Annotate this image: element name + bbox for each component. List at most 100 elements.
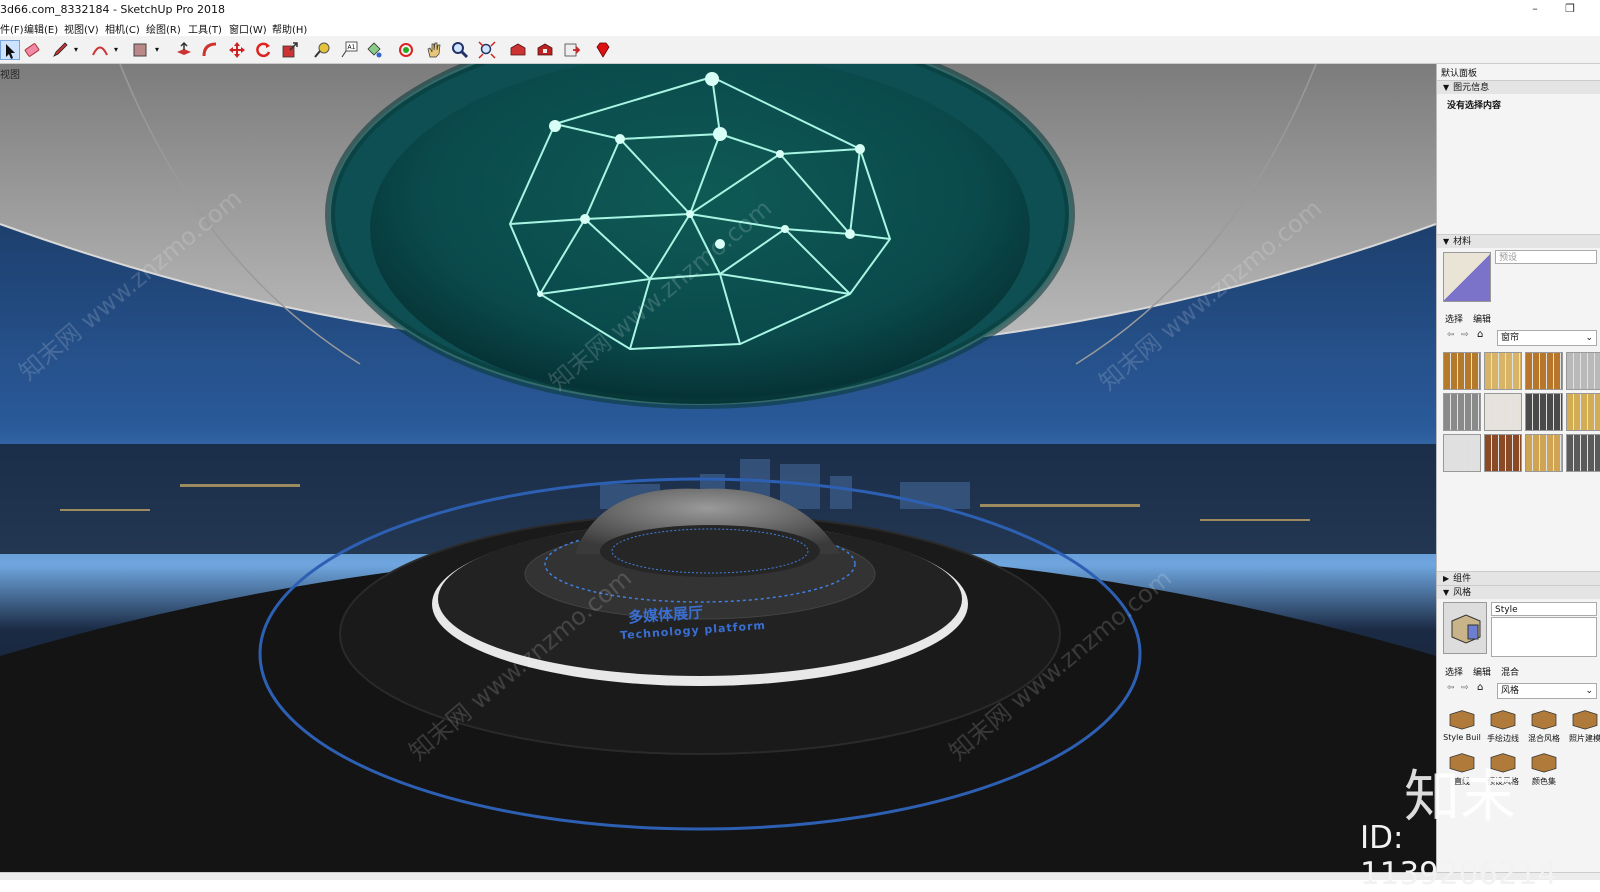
move-icon[interactable] bbox=[227, 40, 247, 60]
3d-viewport[interactable]: 视图 多媒体展厅 Technology platform bbox=[0, 64, 1436, 872]
scene-render bbox=[0, 64, 1436, 872]
tab-select[interactable]: 选择 bbox=[1445, 315, 1463, 325]
style-tile[interactable]: Style Buil bbox=[1443, 707, 1481, 745]
collapse-arrow-icon: ▼ bbox=[1443, 588, 1450, 597]
ruby-icon[interactable] bbox=[593, 40, 613, 60]
select-icon[interactable] bbox=[0, 40, 20, 60]
tape-measure-icon[interactable] bbox=[312, 40, 332, 60]
tab-mix[interactable]: 混合 bbox=[1501, 668, 1519, 678]
tab-edit[interactable]: 编辑 bbox=[1473, 668, 1491, 678]
components-header[interactable]: ▶ 组件 bbox=[1437, 571, 1600, 585]
material-swatch[interactable] bbox=[1566, 434, 1600, 472]
menu-tools[interactable]: 工具(T) bbox=[188, 21, 222, 36]
materials-title: 材料 bbox=[1453, 237, 1472, 247]
style-tile[interactable]: 颜色集 bbox=[1525, 750, 1563, 788]
entity-info-title: 图元信息 bbox=[1453, 83, 1490, 93]
arc-dropdown-icon[interactable]: ▾ bbox=[114, 45, 118, 54]
extension-warehouse-icon[interactable] bbox=[535, 40, 555, 60]
style-tile-label: 混合风格 bbox=[1528, 734, 1560, 743]
warehouse-icon[interactable] bbox=[508, 40, 528, 60]
zoom-icon[interactable] bbox=[450, 40, 470, 60]
back-arrow-icon[interactable]: ⇦ bbox=[1447, 330, 1455, 340]
material-swatch[interactable] bbox=[1525, 393, 1563, 431]
style-tile[interactable]: 手绘边线 bbox=[1484, 707, 1522, 745]
style-tile[interactable]: 混合风格 bbox=[1525, 707, 1563, 745]
style-preview bbox=[1443, 602, 1487, 654]
material-swatch[interactable] bbox=[1484, 434, 1522, 472]
menu-edit[interactable]: 编辑(E) bbox=[24, 21, 58, 36]
follow-me-icon[interactable] bbox=[200, 40, 220, 60]
menu-bar: 件(F) 编辑(E) 视图(V) 相机(C) 绘图(R) 工具(T) 窗口(W)… bbox=[0, 19, 1600, 36]
orbit-icon[interactable] bbox=[396, 40, 416, 60]
home-icon[interactable]: ⌂ bbox=[1477, 329, 1483, 340]
pencil-dropdown-icon[interactable]: ▾ bbox=[74, 45, 78, 54]
material-swatch[interactable] bbox=[1566, 352, 1600, 390]
forward-arrow-icon[interactable]: ⇨ bbox=[1461, 683, 1469, 693]
material-swatch[interactable] bbox=[1525, 434, 1563, 472]
zoom-extents-icon[interactable] bbox=[477, 40, 497, 60]
rotate-icon[interactable] bbox=[253, 40, 273, 60]
style-name-field[interactable]: Style bbox=[1491, 602, 1597, 616]
styles-library-select[interactable]: 风格 ⌄ bbox=[1497, 683, 1597, 699]
arc-icon[interactable] bbox=[90, 40, 110, 60]
back-arrow-icon[interactable]: ⇦ bbox=[1447, 683, 1455, 693]
material-swatch[interactable] bbox=[1484, 393, 1522, 431]
expand-arrow-icon: ▶ bbox=[1443, 574, 1450, 583]
restore-button[interactable]: ❐ bbox=[1559, 2, 1581, 17]
pencil-icon[interactable] bbox=[50, 40, 70, 60]
send-to-layout-icon[interactable] bbox=[562, 40, 582, 60]
svg-text:A1: A1 bbox=[348, 44, 356, 51]
shape-icon[interactable] bbox=[130, 40, 150, 60]
tab-select[interactable]: 选择 bbox=[1445, 668, 1463, 678]
style-tile-label: 照片建模 bbox=[1569, 734, 1600, 743]
paint-bucket-icon[interactable] bbox=[364, 40, 384, 60]
panel-title: 默认面板 bbox=[1441, 69, 1478, 79]
scene-label: 视图 bbox=[0, 70, 20, 81]
default-tray-panel: 默认面板 ▼ 图元信息 没有选择内容 ▼ 材料 预设 选择 编辑 ⇦ ⇨ ⌂ 窗帘 ⌄ … bbox=[1436, 64, 1600, 872]
menu-view[interactable]: 视图(V) bbox=[64, 21, 99, 36]
style-thumbnail-icon bbox=[1531, 710, 1557, 730]
style-thumbnail-icon bbox=[1572, 710, 1598, 730]
text-icon[interactable]: A1 bbox=[339, 40, 359, 60]
eraser-icon[interactable] bbox=[22, 40, 42, 60]
pan-icon[interactable] bbox=[424, 40, 444, 60]
library-name: 窗帘 bbox=[1501, 333, 1520, 343]
menu-help[interactable]: 帮助(H) bbox=[272, 21, 307, 36]
chevron-down-icon: ⌄ bbox=[1585, 333, 1593, 343]
style-thumbnail-icon bbox=[1449, 710, 1475, 730]
material-swatch[interactable] bbox=[1443, 434, 1481, 472]
toolbar: ▾ ▾ ▾ A1 bbox=[0, 36, 1600, 64]
material-preview bbox=[1443, 252, 1491, 302]
materials-library-select[interactable]: 窗帘 ⌄ bbox=[1497, 330, 1597, 346]
entity-info-header[interactable]: ▼ 图元信息 bbox=[1437, 80, 1600, 94]
menu-draw[interactable]: 绘图(R) bbox=[146, 21, 181, 36]
style-thumbnail-icon bbox=[1490, 710, 1516, 730]
style-thumbnail-icon bbox=[1531, 753, 1557, 773]
style-tile[interactable]: 照片建模 bbox=[1566, 707, 1600, 745]
material-swatch[interactable] bbox=[1443, 393, 1481, 431]
window-title: 3d66.com_8332184 - SketchUp Pro 2018 bbox=[0, 3, 225, 16]
style-description-field[interactable] bbox=[1491, 617, 1597, 657]
style-tile-label: 颜色集 bbox=[1532, 777, 1556, 786]
forward-arrow-icon[interactable]: ⇨ bbox=[1461, 330, 1469, 340]
tab-edit[interactable]: 编辑 bbox=[1473, 315, 1491, 325]
push-pull-icon[interactable] bbox=[174, 40, 194, 60]
style-tile-label: Style Buil bbox=[1443, 733, 1481, 742]
scale-icon[interactable] bbox=[280, 40, 300, 60]
materials-header[interactable]: ▼ 材料 bbox=[1437, 234, 1600, 248]
menu-file[interactable]: 件(F) bbox=[0, 21, 24, 36]
title-bar: 3d66.com_8332184 - SketchUp Pro 2018 – ❐ bbox=[0, 0, 1600, 19]
material-swatch[interactable] bbox=[1484, 352, 1522, 390]
minimize-button[interactable]: – bbox=[1524, 2, 1546, 17]
entity-info-empty: 没有选择内容 bbox=[1447, 101, 1502, 111]
material-name-field[interactable]: 预设 bbox=[1495, 250, 1597, 264]
menu-window[interactable]: 窗口(W) bbox=[229, 21, 267, 36]
material-swatch[interactable] bbox=[1525, 352, 1563, 390]
home-icon[interactable]: ⌂ bbox=[1477, 682, 1483, 693]
components-title: 组件 bbox=[1453, 574, 1472, 584]
shape-dropdown-icon[interactable]: ▾ bbox=[155, 45, 159, 54]
styles-header[interactable]: ▼ 风格 bbox=[1437, 585, 1600, 599]
material-swatch[interactable] bbox=[1443, 352, 1481, 390]
material-swatch[interactable] bbox=[1566, 393, 1600, 431]
menu-camera[interactable]: 相机(C) bbox=[105, 21, 140, 36]
